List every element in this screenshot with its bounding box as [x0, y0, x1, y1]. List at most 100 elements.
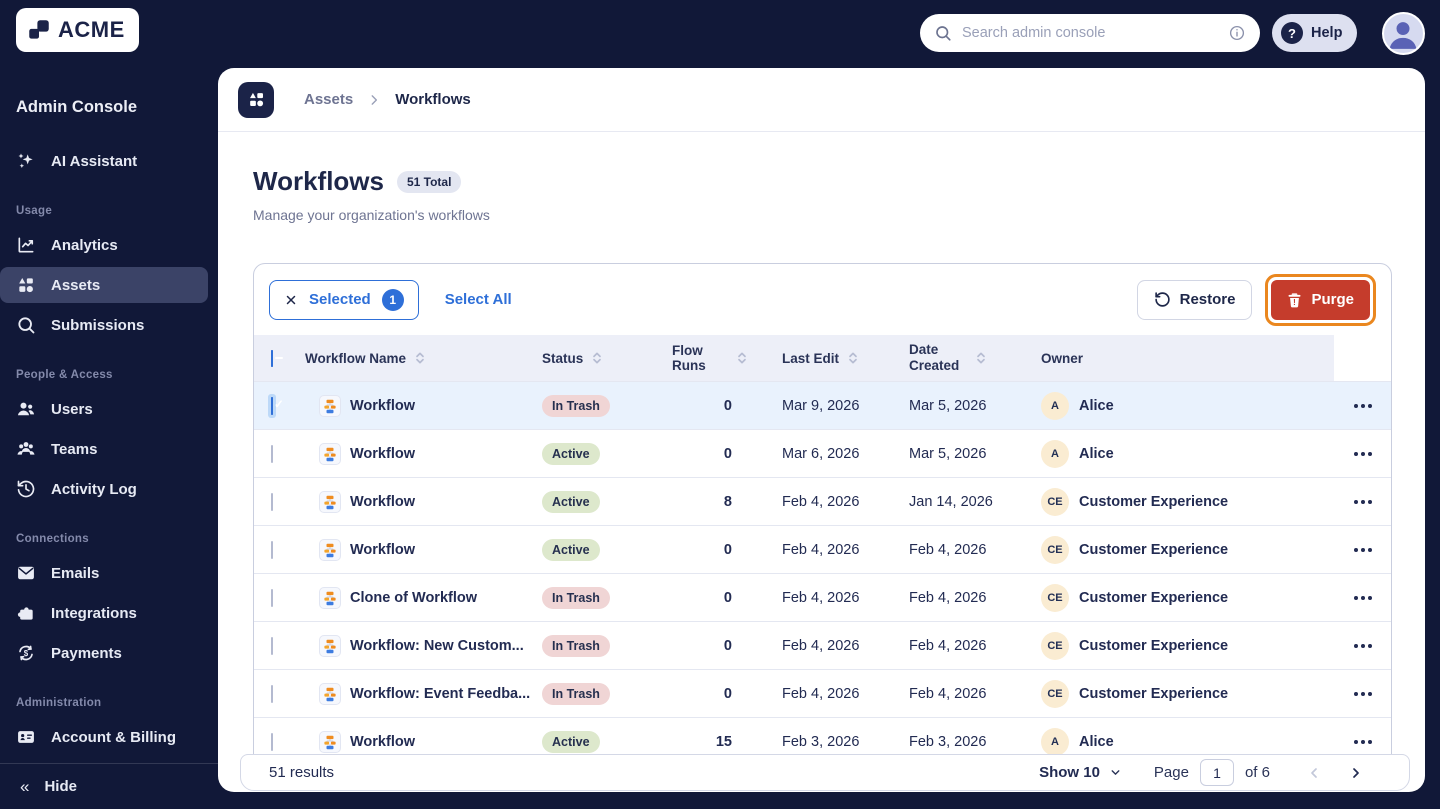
- row-checkbox[interactable]: [271, 396, 273, 415]
- date-created: Feb 4, 2026: [909, 685, 987, 702]
- status-badge: In Trash: [542, 634, 610, 657]
- breadcrumb-assets-link[interactable]: Assets: [304, 91, 353, 108]
- last-edit-date: Feb 4, 2026: [782, 685, 860, 702]
- table-row[interactable]: Workflow In Trash 0 Mar 9, 2026 Mar 5, 2…: [254, 381, 1391, 429]
- acme-logo[interactable]: ACME: [16, 8, 139, 52]
- row-actions-menu[interactable]: [1352, 734, 1374, 750]
- page-of-label: of 6: [1244, 764, 1270, 781]
- sidebar-item-submissions[interactable]: Submissions: [0, 307, 208, 343]
- table-row[interactable]: Workflow Active 8 Feb 4, 2026 Jan 14, 20…: [254, 477, 1391, 525]
- sparkles-icon: [16, 151, 36, 171]
- table-row[interactable]: Workflow: New Custom... In Trash 0 Feb 4…: [254, 621, 1391, 669]
- owner-name: Customer Experience: [1079, 685, 1229, 702]
- purge-button-highlight: ! Purge: [1265, 273, 1376, 326]
- row-checkbox[interactable]: [271, 444, 273, 463]
- restore-icon: [1154, 291, 1171, 308]
- sidebar-item-account-billing[interactable]: Account & Billing: [0, 719, 208, 755]
- column-header-date-created: Date Created: [909, 342, 960, 373]
- owner-avatar: CE: [1041, 679, 1069, 708]
- sidebar-item-emails[interactable]: Emails: [0, 555, 208, 591]
- close-icon[interactable]: [284, 293, 298, 307]
- sidebar-item-analytics[interactable]: Analytics: [0, 227, 208, 263]
- sidebar-item-ai-assistant[interactable]: AI Assistant: [0, 143, 208, 179]
- workflow-name: Workflow: [350, 733, 415, 750]
- clear-selection-button[interactable]: Selected 1: [269, 279, 419, 320]
- pagination-footer: 51 results Show 10 Page of 6: [240, 754, 1410, 791]
- flow-runs-value: 0: [723, 637, 732, 654]
- status-badge: In Trash: [542, 682, 610, 705]
- workflow-name: Workflow: [350, 445, 415, 462]
- row-actions-menu[interactable]: [1352, 446, 1374, 462]
- sort-icon[interactable]: [735, 351, 749, 365]
- sidebar-item-assets[interactable]: Assets: [0, 267, 208, 303]
- sort-icon[interactable]: [974, 351, 988, 365]
- row-checkbox[interactable]: [271, 492, 273, 511]
- sidebar-item-integrations[interactable]: Integrations: [0, 595, 208, 631]
- row-checkbox[interactable]: [271, 588, 273, 607]
- selected-count-badge: 1: [381, 288, 404, 311]
- table-header-row: Workflow Name Status Flow Runs Last Edit…: [254, 335, 1391, 381]
- select-all-link[interactable]: Select All: [445, 291, 512, 308]
- hide-label: Hide: [44, 778, 77, 795]
- row-checkbox[interactable]: [271, 636, 273, 655]
- owner-avatar: A: [1041, 439, 1069, 468]
- owner-avatar: A: [1041, 727, 1069, 756]
- sort-icon[interactable]: [846, 351, 860, 365]
- chevron-down-icon: [1109, 766, 1122, 779]
- row-actions-menu[interactable]: [1352, 494, 1374, 510]
- workflow-file-icon: [319, 730, 341, 753]
- row-actions-menu[interactable]: [1352, 542, 1374, 558]
- chevron-right-icon: [367, 93, 381, 107]
- main-panel: Assets Workflows Workflows 51 Total Mana…: [218, 68, 1425, 792]
- sidebar-item-label: Assets: [51, 276, 101, 294]
- sort-icon[interactable]: [590, 351, 604, 365]
- row-checkbox[interactable]: [271, 540, 273, 559]
- sidebar-section-connections: Connections: [16, 533, 89, 545]
- sidebar-item-label: Users: [51, 400, 93, 418]
- table-row[interactable]: Clone of Workflow In Trash 0 Feb 4, 2026…: [254, 573, 1391, 621]
- table-row[interactable]: Workflow Active 0 Feb 4, 2026 Feb 4, 202…: [254, 525, 1391, 573]
- restore-button[interactable]: Restore: [1136, 279, 1253, 320]
- workflows-table-card: Selected 1 Select All Restore ! Purge Wo…: [253, 263, 1392, 766]
- table-row[interactable]: Workflow Active 0 Mar 6, 2026 Mar 5, 202…: [254, 429, 1391, 477]
- workflow-file-icon: [319, 634, 341, 657]
- show-label: Show 10: [1039, 764, 1100, 781]
- date-created: Feb 4, 2026: [909, 589, 987, 606]
- next-page-button[interactable]: [1348, 765, 1364, 781]
- previous-page-button[interactable]: [1306, 765, 1322, 781]
- table-body: Workflow In Trash 0 Mar 9, 2026 Mar 5, 2…: [254, 381, 1391, 765]
- sidebar-item-label: Submissions: [51, 316, 145, 334]
- row-actions-menu[interactable]: [1352, 398, 1374, 414]
- sidebar-item-teams[interactable]: Teams: [0, 431, 208, 467]
- info-icon[interactable]: [1228, 24, 1246, 42]
- status-badge: In Trash: [542, 586, 610, 609]
- show-per-page-select[interactable]: Show 10: [1039, 764, 1122, 781]
- search-icon: [934, 24, 952, 42]
- row-checkbox[interactable]: [271, 684, 273, 703]
- workflow-file-icon: [319, 394, 341, 417]
- help-button[interactable]: ? Help: [1272, 14, 1358, 52]
- teams-icon: [16, 439, 36, 459]
- owner-avatar: CE: [1041, 535, 1069, 564]
- row-actions-menu[interactable]: [1352, 638, 1374, 654]
- purge-button[interactable]: ! Purge: [1271, 279, 1370, 320]
- status-badge: Active: [542, 730, 600, 753]
- search-input[interactable]: [962, 25, 1218, 41]
- table-row[interactable]: Workflow: Event Feedba... In Trash 0 Feb…: [254, 669, 1391, 717]
- sidebar-item-users[interactable]: Users: [0, 391, 208, 427]
- sidebar-item-activity-log[interactable]: Activity Log: [0, 471, 208, 507]
- row-actions-menu[interactable]: [1352, 590, 1374, 606]
- workflow-file-icon: [319, 442, 341, 465]
- status-badge: Active: [542, 538, 600, 561]
- user-avatar[interactable]: [1382, 12, 1425, 55]
- select-all-checkbox[interactable]: [271, 349, 273, 367]
- sidebar-item-payments[interactable]: $ Payments: [0, 635, 208, 671]
- page-subtitle: Manage your organization's workflows: [253, 207, 490, 223]
- row-checkbox[interactable]: [271, 732, 273, 751]
- sort-icon[interactable]: [413, 351, 427, 365]
- row-actions-menu[interactable]: [1352, 686, 1374, 702]
- workflow-file-icon: [319, 538, 341, 561]
- flow-runs-value: 0: [723, 445, 732, 462]
- hide-sidebar-button[interactable]: « Hide: [0, 763, 218, 809]
- page-number-input[interactable]: [1199, 759, 1234, 786]
